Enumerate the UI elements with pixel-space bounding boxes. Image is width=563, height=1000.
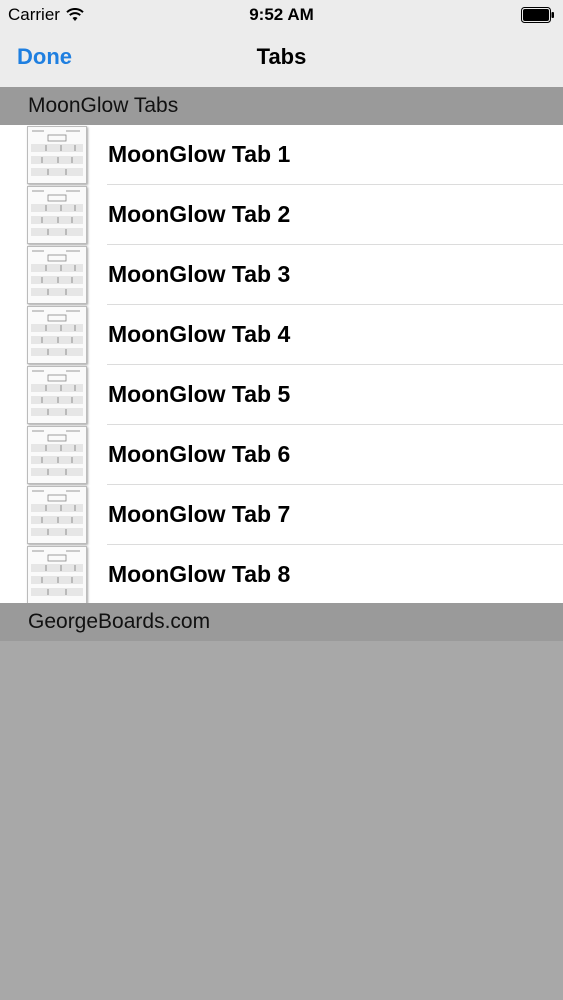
tab-thumbnail (27, 426, 87, 484)
list-item-tab-6[interactable]: MoonGlow Tab 6 (0, 425, 563, 485)
list-item-label: MoonGlow Tab 1 (108, 141, 291, 167)
section-header-label: MoonGlow Tabs (28, 94, 179, 117)
list-item-label: MoonGlow Tab 8 (108, 561, 291, 587)
status-time: 9:52 AM (249, 5, 314, 24)
tab-thumbnail (27, 546, 87, 604)
page-title: Tabs (256, 44, 307, 69)
tab-thumbnail (27, 306, 87, 364)
list-item-tab-3[interactable]: MoonGlow Tab 3 (0, 245, 563, 305)
navigation-bar: Done Tabs (0, 30, 563, 87)
section-header-georgeboards: GeorgeBoards.com (0, 603, 563, 641)
list-item-label: MoonGlow Tab 6 (108, 441, 291, 467)
list-item-tab-1[interactable]: MoonGlow Tab 1 (0, 125, 563, 185)
tab-thumbnail (27, 486, 87, 544)
battery-icon (521, 7, 554, 23)
list-item-label: MoonGlow Tab 4 (108, 321, 291, 347)
list-item-tab-7[interactable]: MoonGlow Tab 7 (0, 485, 563, 545)
section-footer-label: GeorgeBoards.com (28, 610, 211, 633)
list-item-tab-2[interactable]: MoonGlow Tab 2 (0, 185, 563, 245)
list-item-tab-5[interactable]: MoonGlow Tab 5 (0, 365, 563, 425)
tab-thumbnail (27, 246, 87, 304)
status-bar: Carrier 9:52 AM (0, 0, 563, 30)
tab-thumbnail (27, 186, 87, 244)
tabs-list: MoonGlow Tab 1 MoonGlow Tab 2 MoonGlow T… (0, 125, 563, 605)
list-item-label: MoonGlow Tab 5 (108, 381, 291, 407)
list-item-tab-4[interactable]: MoonGlow Tab 4 (0, 305, 563, 365)
list-item-tab-8[interactable]: MoonGlow Tab 8 (0, 545, 563, 605)
list-item-label: MoonGlow Tab 3 (108, 261, 291, 287)
list-item-label: MoonGlow Tab 7 (108, 501, 291, 527)
tab-thumbnail (27, 366, 87, 424)
section-header-moonglow-tabs: MoonGlow Tabs (0, 87, 563, 125)
tab-thumbnail (27, 126, 87, 184)
list-item-label: MoonGlow Tab 2 (108, 201, 291, 227)
